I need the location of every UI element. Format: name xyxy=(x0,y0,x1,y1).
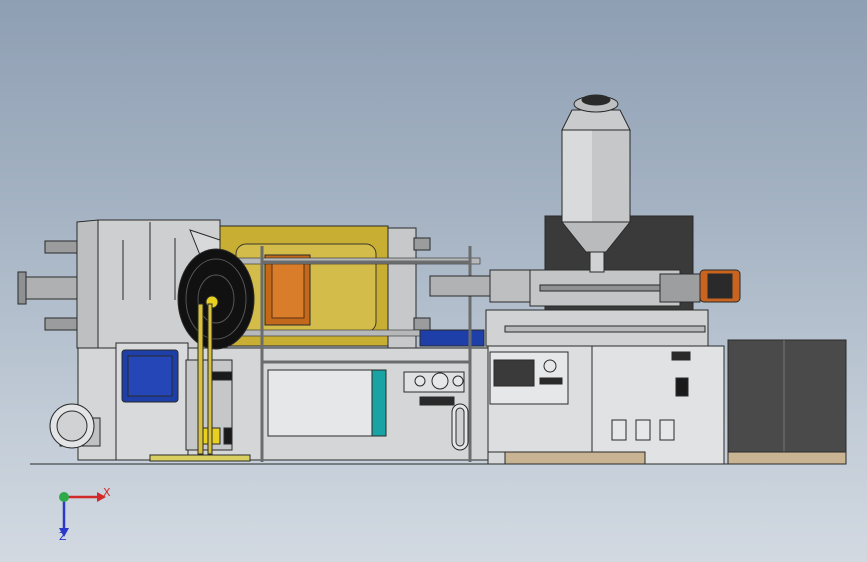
control-cabinet xyxy=(487,345,725,465)
injection-molding-machine-model xyxy=(17,94,847,537)
axis-z-label: Z xyxy=(59,530,67,543)
injection-unit xyxy=(429,94,741,347)
cad-viewport[interactable]: X Z xyxy=(0,0,867,562)
globe-origin-icon xyxy=(59,492,69,502)
axis-x-label: X xyxy=(103,486,111,499)
